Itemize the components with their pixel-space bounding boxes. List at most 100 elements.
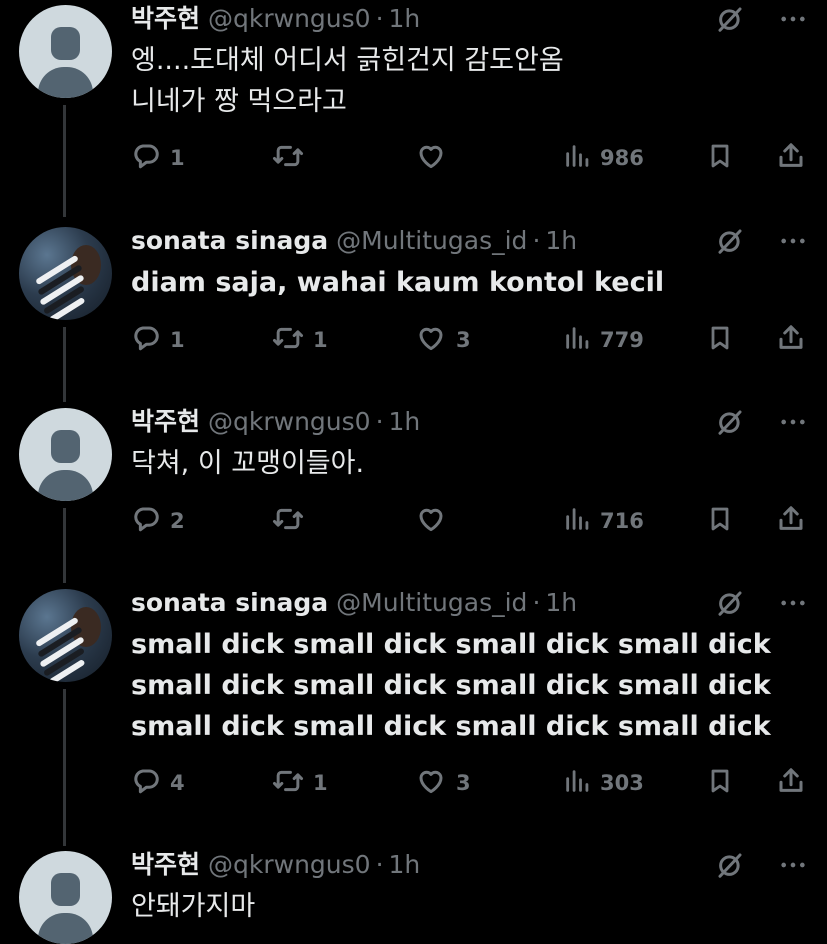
grok-slash-circle-icon[interactable] <box>715 407 745 437</box>
avatar[interactable] <box>19 408 112 501</box>
tweet-actions: 1 986 <box>131 142 811 174</box>
reply-thread-feed: 박주현 @qkrwngus0 · 1h 엥....도대체 어디서 긁힌건지 감도… <box>0 0 827 944</box>
tweet-header: 박주현 @qkrwngus0 · 1h <box>131 403 420 441</box>
tweet-header: sonata sinaga @Multitugas_id · 1h <box>131 584 577 622</box>
tweet-text-line: diam saja, wahai kaum kontol kecil <box>131 267 665 298</box>
author-name[interactable]: 박주현 <box>131 846 200 884</box>
bookmark-button[interactable] <box>706 767 734 799</box>
more-dots-icon[interactable] <box>779 407 807 437</box>
reply-count: 4 <box>170 771 185 795</box>
reply-button[interactable]: 4 <box>131 767 185 799</box>
grok-slash-circle-icon[interactable] <box>715 4 745 34</box>
views-bars-icon <box>563 141 591 176</box>
tweet[interactable]: sonata sinaga @Multitugas_id · 1h small … <box>0 584 827 849</box>
retweet-arrows-icon <box>272 323 304 358</box>
share-upload-icon <box>776 504 806 539</box>
timestamp[interactable]: 1h <box>389 403 421 441</box>
author-handle[interactable]: @Multitugas_id <box>336 584 527 622</box>
author-handle[interactable]: @qkrwngus0 <box>208 403 371 441</box>
bookmark-icon <box>706 323 734 358</box>
retweet-button[interactable]: 1 <box>272 767 328 799</box>
avatar[interactable] <box>19 5 112 98</box>
more-dots-icon[interactable] <box>779 4 807 34</box>
author-handle[interactable]: @qkrwngus0 <box>208 0 371 38</box>
bookmark-button[interactable] <box>706 142 734 174</box>
like-button[interactable]: 3 <box>415 767 471 799</box>
thread-line <box>63 327 66 402</box>
more-dots-icon[interactable] <box>779 226 807 256</box>
tweet[interactable]: 박주현 @qkrwngus0 · 1h 안돼가지마 <box>0 846 827 944</box>
share-button[interactable] <box>776 767 806 799</box>
tweet-text: 닥쳐, 이 꼬맹이들아. <box>131 443 801 484</box>
tweet-actions: 1 1 3 779 <box>131 324 811 356</box>
tweet-text: small dick small dick small dick small d… <box>131 624 801 747</box>
default-avatar-shoulders <box>38 470 93 501</box>
reply-count: 1 <box>170 328 185 352</box>
views-button[interactable]: 303 <box>563 767 644 799</box>
separator-dot: · <box>375 4 384 33</box>
share-button[interactable] <box>776 324 806 356</box>
share-upload-icon <box>776 141 806 176</box>
views-bars-icon <box>563 766 591 801</box>
author-name[interactable]: 박주현 <box>131 403 200 441</box>
views-button[interactable]: 986 <box>563 142 644 174</box>
heart-icon <box>415 504 447 539</box>
grok-slash-circle-icon[interactable] <box>715 850 745 880</box>
author-name[interactable]: 박주현 <box>131 0 200 38</box>
timestamp[interactable]: 1h <box>545 222 577 260</box>
tweet-header-actions <box>715 588 807 618</box>
reply-button[interactable]: 2 <box>131 505 185 537</box>
separator-dot: · <box>375 850 384 879</box>
retweet-count: 1 <box>313 771 328 795</box>
avatar[interactable] <box>19 589 112 682</box>
tweet-text: 안돼가지마 <box>131 886 801 927</box>
tweet-text-line: 안돼가지마 <box>131 891 256 922</box>
default-avatar-head <box>51 430 80 463</box>
tweet-text-line: small dick small dick small dick small d… <box>131 711 771 742</box>
retweet-button[interactable] <box>272 505 313 537</box>
tweet-text-line: small dick small dick small dick small d… <box>131 629 771 660</box>
views-button[interactable]: 779 <box>563 324 644 356</box>
view-count: 716 <box>600 509 644 533</box>
views-button[interactable]: 716 <box>563 505 644 537</box>
view-count: 779 <box>600 328 644 352</box>
like-button[interactable] <box>415 505 456 537</box>
like-button[interactable]: 3 <box>415 324 471 356</box>
share-button[interactable] <box>776 142 806 174</box>
avatar[interactable] <box>19 227 112 320</box>
views-bars-icon <box>563 323 591 358</box>
separator-dot: · <box>532 226 541 255</box>
more-dots-icon[interactable] <box>779 588 807 618</box>
retweet-button[interactable] <box>272 142 313 174</box>
tweet[interactable]: 박주현 @qkrwngus0 · 1h 닥쳐, 이 꼬맹이들아. 2 716 <box>0 403 827 588</box>
bookmark-button[interactable] <box>706 324 734 356</box>
reply-count: 1 <box>170 146 185 170</box>
reply-button[interactable]: 1 <box>131 142 185 174</box>
grok-slash-circle-icon[interactable] <box>715 226 745 256</box>
author-name[interactable]: sonata sinaga <box>131 222 328 260</box>
timestamp[interactable]: 1h <box>389 846 421 884</box>
view-count: 986 <box>600 146 644 170</box>
share-button[interactable] <box>776 505 806 537</box>
author-handle[interactable]: @qkrwngus0 <box>208 846 371 884</box>
tweet[interactable]: sonata sinaga @Multitugas_id · 1h diam s… <box>0 222 827 407</box>
heart-icon <box>415 323 447 358</box>
more-dots-icon[interactable] <box>779 850 807 880</box>
views-bars-icon <box>563 504 591 539</box>
author-name[interactable]: sonata sinaga <box>131 584 328 622</box>
reply-button[interactable]: 1 <box>131 324 185 356</box>
tweet[interactable]: 박주현 @qkrwngus0 · 1h 엥....도대체 어디서 긁힌건지 감도… <box>0 0 827 217</box>
thread-line <box>63 105 66 217</box>
reply-bubble-icon <box>131 766 161 801</box>
author-handle[interactable]: @Multitugas_id <box>336 222 527 260</box>
default-avatar-shoulders <box>38 913 93 944</box>
retweet-button[interactable]: 1 <box>272 324 328 356</box>
tweet-header: 박주현 @qkrwngus0 · 1h <box>131 0 420 38</box>
grok-slash-circle-icon[interactable] <box>715 588 745 618</box>
heart-icon <box>415 766 447 801</box>
timestamp[interactable]: 1h <box>389 0 421 38</box>
bookmark-button[interactable] <box>706 505 734 537</box>
avatar[interactable] <box>19 851 112 944</box>
like-button[interactable] <box>415 142 456 174</box>
timestamp[interactable]: 1h <box>545 584 577 622</box>
